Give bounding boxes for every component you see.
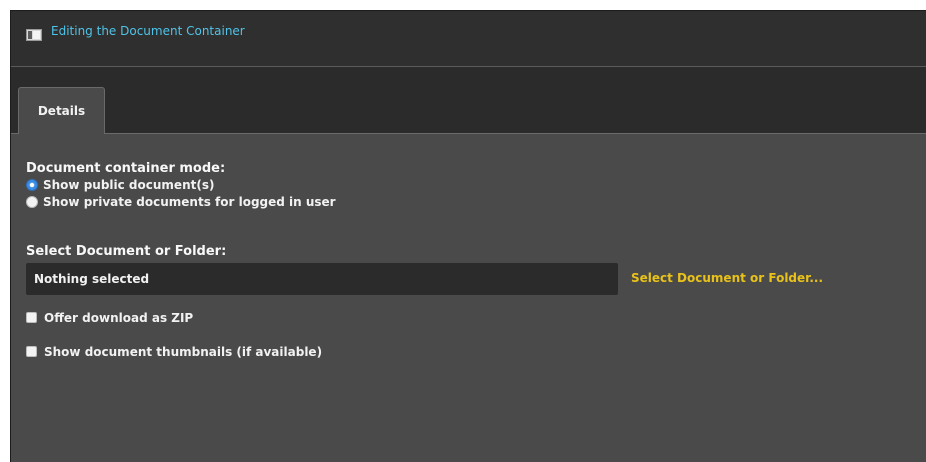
select-document-link[interactable]: Select Document or Folder...	[631, 271, 823, 285]
select-document-row: Nothing selected Select Document or Fold…	[26, 263, 926, 295]
panel-icon	[26, 26, 42, 41]
radio-public-documents[interactable]: Show public document(s)	[26, 176, 926, 193]
offer-zip-label: Offer download as ZIP	[44, 310, 194, 325]
selected-document-field: Nothing selected	[26, 263, 618, 295]
offer-zip-checkbox[interactable]	[26, 312, 37, 323]
radio-private-documents[interactable]: Show private documents for logged in use…	[26, 193, 926, 210]
selected-document-value: Nothing selected	[34, 272, 150, 286]
radio-button-unchecked[interactable]	[26, 195, 38, 208]
show-thumbnails-label: Show document thumbnails (if available)	[44, 344, 323, 359]
show-thumbnails-option[interactable]: Show document thumbnails (if available)	[26, 343, 926, 360]
tab-bar: Details	[11, 67, 926, 134]
radio-button-checked[interactable]	[26, 178, 38, 191]
radio-public-label: Show public document(s)	[43, 177, 215, 192]
radio-private-label: Show private documents for logged in use…	[43, 194, 336, 209]
editor-window: Editing the Document Container Details D…	[10, 10, 926, 462]
mode-label: Document container mode:	[26, 161, 226, 176]
title-bar: Editing the Document Container	[11, 11, 926, 67]
details-panel: Document container mode: Show public doc…	[26, 161, 926, 360]
show-thumbnails-checkbox[interactable]	[26, 346, 37, 357]
tab-label: Details	[37, 104, 86, 118]
select-document-label: Select Document or Folder:	[26, 244, 227, 259]
tab-details[interactable]: Details	[18, 87, 105, 134]
offer-zip-option[interactable]: Offer download as ZIP	[26, 309, 926, 326]
window-title: Editing the Document Container	[51, 24, 245, 38]
